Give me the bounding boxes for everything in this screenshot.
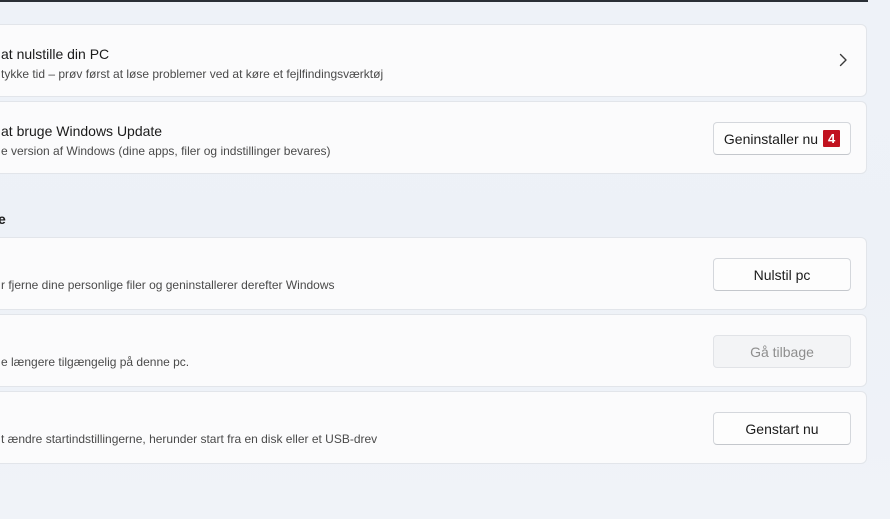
- advanced-startup-description: t ændre startindstillingerne, herunder s…: [1, 432, 378, 446]
- top-divider: [0, 0, 868, 2]
- reset-pc-button[interactable]: Nulstil pc: [713, 258, 851, 291]
- reset-pc-description: r fjerne dine personlige filer og genins…: [1, 278, 335, 292]
- fix-problems-title: at nulstille din PC: [1, 46, 110, 62]
- fix-problems-card[interactable]: at nulstille din PC tykke tid – prøv før…: [0, 24, 867, 97]
- reinstall-windows-description: e version af Windows (dine apps, filer o…: [1, 144, 331, 158]
- go-back-button[interactable]: Gå tilbage: [713, 335, 851, 368]
- go-back-description: e længere tilgængelig på denne pc.: [1, 355, 190, 369]
- fix-problems-description: tykke tid – prøv først at løse problemer…: [1, 67, 384, 81]
- section-heading: e: [0, 211, 6, 227]
- reinstall-now-button[interactable]: Geninstaller nu 4: [713, 122, 851, 155]
- reinstall-now-label: Geninstaller nu: [723, 130, 819, 147]
- reinstall-windows-title: at bruge Windows Update: [1, 123, 163, 139]
- restart-now-button[interactable]: Genstart nu: [713, 412, 851, 445]
- step-badge: 4: [823, 130, 841, 147]
- go-back-card: e længere tilgængelig på denne pc. Gå ti…: [0, 314, 867, 387]
- chevron-right-icon[interactable]: [836, 53, 850, 67]
- reset-pc-card: r fjerne dine personlige filer og genins…: [0, 237, 867, 310]
- reinstall-windows-card: at bruge Windows Update e version af Win…: [0, 101, 867, 174]
- advanced-startup-card: t ændre startindstillingerne, herunder s…: [0, 391, 867, 464]
